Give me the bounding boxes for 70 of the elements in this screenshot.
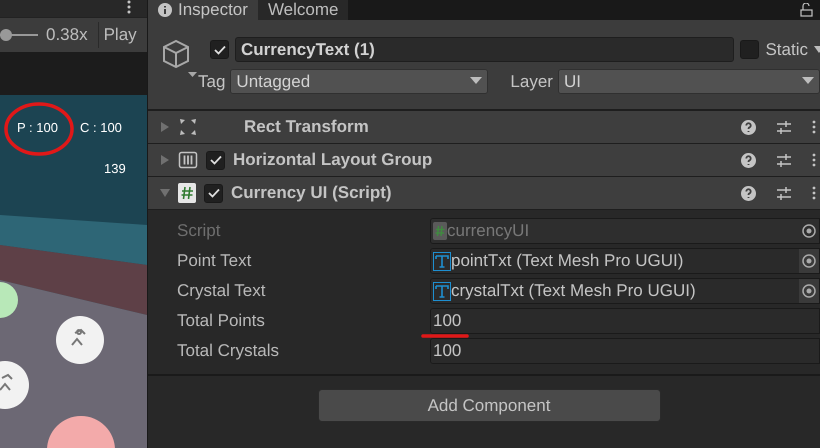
add-component-button[interactable]: Add Component [318,389,660,422]
more-icon[interactable] [812,186,816,200]
checkmark-icon [208,188,220,198]
help-icon[interactable] [741,120,756,134]
more-icon[interactable] [812,153,816,167]
inspector-tab[interactable]: Inspector [148,0,258,20]
field-value: currencyUI [447,220,530,242]
expand-arrow-icon [160,155,170,165]
component-title: Rect Transform [244,116,370,138]
number-field[interactable]: 100 [430,308,820,334]
static-label: Static [765,39,808,61]
checkmark-icon [210,155,222,165]
field-label: Script [176,220,222,242]
field-label: Total Points [176,310,266,332]
component-header[interactable]: Rect Transform [148,111,820,144]
component-title: Horizontal Layout Group [233,149,434,172]
field-label: Point Text [176,250,252,272]
hud-text: P : 100 [17,119,58,137]
field-value: pointTxt (Text Mesh Pro UGUI) [451,250,684,272]
checkbox[interactable] [740,40,760,60]
help-icon[interactable] [741,152,756,168]
info-icon [158,3,172,17]
field-value: crystalTxt (Text Mesh Pro UGUI) [451,280,697,302]
dropdown-arrow-icon [470,77,482,86]
zoom-slider[interactable] [0,28,38,42]
collapse-arrow-icon [160,188,170,198]
annotation-underline [420,333,470,339]
expand-arrow-icon [160,122,170,132]
component-title: Currency UI (Script) [231,182,393,204]
script-hash-icon [178,183,196,203]
move-arrows-icon [178,117,198,137]
more-icon[interactable] [812,120,816,134]
tag-dropdown[interactable]: Untagged [230,68,488,94]
dropdown-arrow-icon [802,77,814,86]
hud-text: 139 [104,160,126,178]
field-label: Crystal Text [176,280,266,302]
checkmark-icon [214,44,226,55]
object-picker-icon[interactable] [799,249,819,273]
text-t-icon [433,252,451,270]
field-value: 100 [433,310,462,332]
checkbox[interactable] [210,40,229,60]
component-header[interactable]: Currency UI (Script) [148,177,820,210]
lock-icon[interactable] [800,3,814,17]
field-label: Total Crystals [176,340,280,362]
text-t-icon [433,282,451,300]
object-picker-icon[interactable] [799,279,819,303]
object-name-field[interactable]: CurrencyText (1) [235,37,734,62]
help-icon[interactable] [741,186,756,200]
number-field[interactable]: 100 [430,338,820,364]
play-mode-dropdown[interactable]: Play [98,22,137,48]
checkbox[interactable] [206,150,225,170]
layer-dropdown[interactable]: UI [558,68,820,94]
sliders-icon[interactable] [776,152,792,168]
checkbox[interactable] [204,184,223,202]
columns-icon [178,150,198,170]
zoom-label: 0.38x [46,24,88,46]
cube-icon[interactable] [161,38,197,78]
object-field[interactable]: crystalTxt (Text Mesh Pro UGUI) [430,278,820,304]
layer-label: Layer [510,70,553,92]
component-header[interactable]: Horizontal Layout Group [148,144,820,177]
inspector-tab[interactable]: Welcome [258,0,348,20]
more-icon[interactable] [127,0,131,14]
script-hash-icon [433,222,447,240]
object-field[interactable]: pointTxt (Text Mesh Pro UGUI) [430,248,820,274]
hud-text: C : 100 [80,119,122,137]
sliders-icon[interactable] [776,186,792,200]
slider-thumb[interactable] [0,29,12,41]
field-value: 100 [433,340,462,362]
sliders-icon[interactable] [776,120,792,134]
tag-label: Tag [198,70,226,92]
